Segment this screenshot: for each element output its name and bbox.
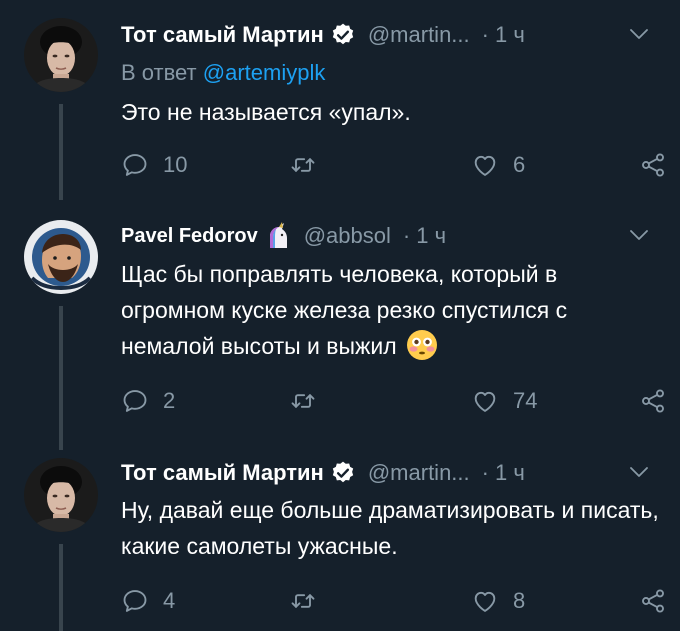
- tweet-actions: 10 6: [121, 150, 671, 180]
- verified-badge-icon: [330, 460, 356, 486]
- tweet-text-container: Щас бы поправлять человека, который в ог…: [121, 256, 662, 364]
- timestamp[interactable]: 1 ч: [495, 460, 525, 486]
- like-count: 6: [513, 152, 526, 177]
- retweet-button[interactable]: [289, 386, 331, 416]
- retweet-button[interactable]: [289, 586, 331, 616]
- thread-line: [59, 104, 63, 200]
- tweet-header: Тот самый Мартин @martin... · 1 ч: [121, 456, 660, 490]
- reply-count: 4: [163, 588, 176, 613]
- avatar-martin[interactable]: [24, 18, 98, 92]
- reply-button[interactable]: 10: [121, 150, 187, 180]
- tweet-3[interactable]: Тот самый Мартин @martin... · 1 ч Ну, да…: [0, 450, 680, 631]
- tweet-actions: 4 8: [121, 586, 671, 616]
- retweet-button[interactable]: [289, 150, 331, 180]
- author-name[interactable]: Тот самый Мартин: [121, 22, 324, 48]
- tweet-actions: 2 74: [121, 386, 671, 416]
- reply-prefix: В ответ: [121, 60, 197, 85]
- share-icon: [639, 151, 667, 179]
- author-handle[interactable]: @abbsol: [304, 223, 391, 249]
- reply-count: 10: [163, 152, 188, 177]
- separator: ·: [402, 223, 411, 248]
- like-count: 8: [513, 588, 526, 613]
- reply-count: 2: [163, 388, 176, 413]
- timestamp[interactable]: 1 ч: [416, 223, 446, 249]
- avatar-pavel[interactable]: [24, 220, 98, 294]
- tweet-text: Щас бы поправлять человека, который в ог…: [121, 261, 568, 359]
- separator: ·: [481, 22, 489, 47]
- retweet-icon: [289, 151, 317, 179]
- like-button[interactable]: 8: [471, 586, 525, 616]
- tweet-2[interactable]: Pavel Fedorov @abbsol · 1 ч Щас бы попра…: [0, 200, 680, 450]
- tweet-text: Ну, давай еще больше драматизировать и п…: [121, 497, 659, 559]
- author-name[interactable]: Pavel Fedorov: [121, 225, 258, 248]
- like-icon: [471, 587, 499, 615]
- twitter-thread: { "tweets": [ { "name": "Тот самый Марти…: [0, 0, 680, 631]
- reply-mention-link[interactable]: @artemiyplk: [203, 60, 326, 85]
- author-handle[interactable]: @martin...: [368, 22, 470, 48]
- share-button[interactable]: [639, 150, 667, 180]
- like-button[interactable]: 74: [471, 386, 537, 416]
- retweet-icon: [289, 587, 317, 615]
- chevron-down-icon[interactable]: [628, 26, 650, 42]
- reply-icon: [121, 587, 149, 615]
- avatar-martin[interactable]: [24, 458, 98, 532]
- like-icon: [471, 387, 499, 415]
- timestamp[interactable]: 1 ч: [495, 22, 525, 48]
- reply-to-line: В ответ @artemiyplk: [121, 60, 325, 86]
- like-count: 74: [513, 388, 538, 413]
- verified-badge-icon: [330, 22, 356, 48]
- separator: ·: [481, 460, 489, 485]
- unicorn-emoji-icon: [264, 222, 292, 250]
- share-icon: [639, 587, 667, 615]
- share-button[interactable]: [639, 586, 667, 616]
- chevron-down-icon[interactable]: [628, 227, 650, 243]
- tweet-header: Pavel Fedorov @abbsol · 1 ч: [121, 219, 660, 253]
- reply-icon: [121, 151, 149, 179]
- retweet-icon: [289, 387, 317, 415]
- share-button[interactable]: [639, 386, 667, 416]
- author-handle[interactable]: @martin...: [368, 460, 470, 486]
- tweet-header: Тот самый Мартин @martin... · 1 ч: [121, 18, 660, 52]
- like-icon: [471, 151, 499, 179]
- chevron-down-icon[interactable]: [628, 464, 650, 480]
- flushed-face-emoji-icon: [405, 328, 439, 362]
- tweet-text: Это не называется «упал».: [121, 99, 411, 125]
- reply-icon: [121, 387, 149, 415]
- like-button[interactable]: 6: [471, 150, 525, 180]
- tweet-1[interactable]: Тот самый Мартин @martin... · 1 ч В отве…: [0, 0, 680, 200]
- thread-line: [59, 544, 63, 631]
- author-name[interactable]: Тот самый Мартин: [121, 460, 324, 486]
- share-icon: [639, 387, 667, 415]
- reply-button[interactable]: 2: [121, 386, 175, 416]
- thread-line: [59, 306, 63, 450]
- reply-button[interactable]: 4: [121, 586, 175, 616]
